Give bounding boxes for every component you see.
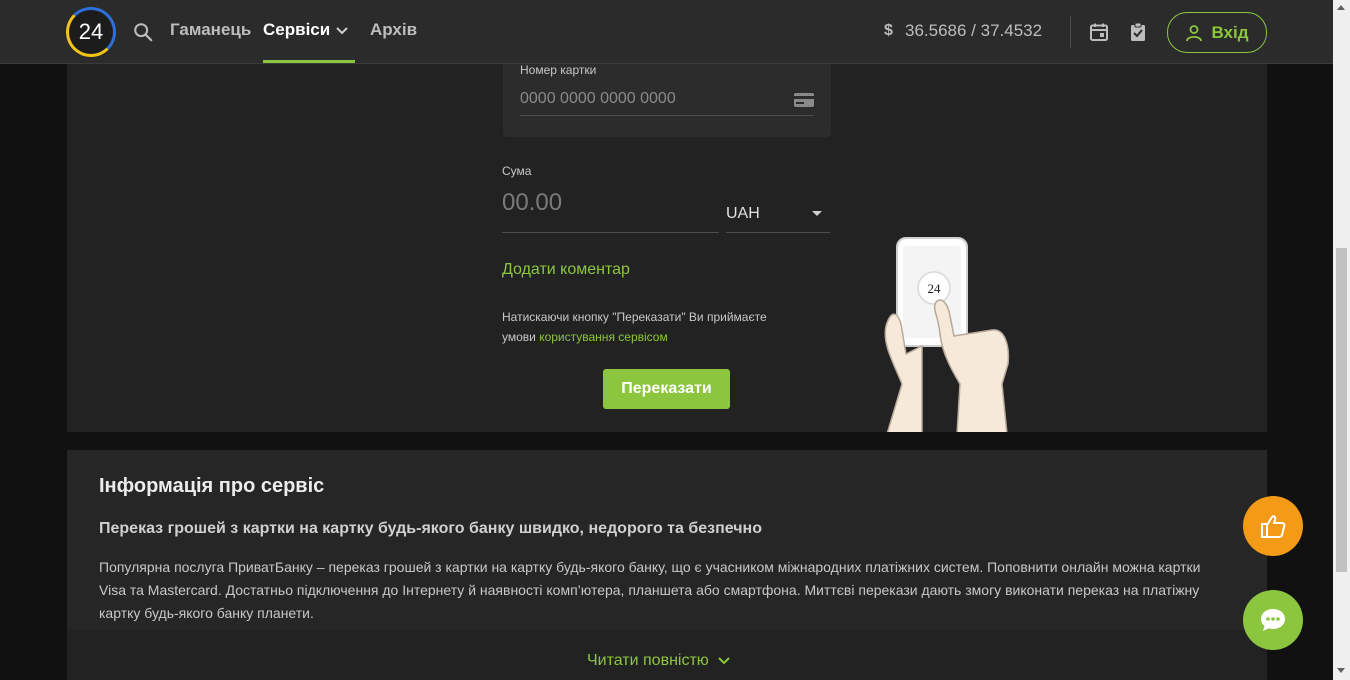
logo-text: 24 <box>78 19 104 44</box>
clipboard-check-icon[interactable] <box>1128 22 1148 42</box>
scrollbar-thumb[interactable] <box>1336 248 1347 572</box>
exchange-rate[interactable]: 36.5686 / 37.4532 <box>905 21 1042 41</box>
login-label: Вхід <box>1211 22 1249 42</box>
user-icon <box>1186 24 1203 41</box>
info-subtitle: Переказ грошей з картки на картку будь-я… <box>99 520 762 537</box>
read-more-label: Читати повністю <box>587 652 709 669</box>
info-title: Інформація про сервіс <box>99 475 325 497</box>
nav-archive[interactable]: Архів <box>370 20 417 40</box>
sum-input[interactable]: 00.00 <box>502 189 719 233</box>
transfer-form-panel: Номер картки 0000 0000 0000 0000 Сума 00… <box>67 64 1267 432</box>
chat-icon <box>1261 609 1285 631</box>
add-comment-link[interactable]: Додати коментар <box>502 261 630 279</box>
chevron-down-icon <box>718 657 730 665</box>
currency-select[interactable]: UAH <box>726 197 830 233</box>
credit-card-icon <box>794 93 814 107</box>
card-number-label: Номер картки <box>520 64 597 77</box>
chat-button[interactable] <box>1243 590 1303 650</box>
dropdown-arrow-icon <box>812 211 822 216</box>
info-body: Популярна послуга ПриватБанку – переказ … <box>99 559 1201 621</box>
nav-services[interactable]: Сервіси <box>263 20 330 40</box>
terms-link[interactable]: користування сервісом <box>539 330 668 344</box>
card-number-input[interactable]: 0000 0000 0000 0000 <box>520 86 814 116</box>
feedback-like-button[interactable] <box>1243 496 1303 556</box>
card-number-box: Номер картки 0000 0000 0000 0000 <box>503 64 831 137</box>
thumbs-up-icon <box>1261 515 1286 538</box>
dollar-icon: $ <box>884 22 893 39</box>
chevron-down-icon[interactable] <box>335 24 349 38</box>
read-more-button[interactable]: Читати повністю <box>587 652 731 670</box>
top-header: 24 Гаманець Сервіси Архів $ 36.5686 / 37… <box>0 0 1333 64</box>
page-scrollbar[interactable] <box>1333 0 1350 680</box>
terms-text: Натискаючи кнопку "Переказати" Ви прийма… <box>502 307 802 347</box>
nav-wallet[interactable]: Гаманець <box>170 20 251 40</box>
scroll-down-arrow-icon[interactable] <box>1337 668 1345 673</box>
transfer-button[interactable]: Переказати <box>603 369 730 409</box>
calendar-icon[interactable] <box>1089 22 1109 42</box>
currency-value: UAH <box>726 205 760 222</box>
phone-hands-illustration: 24 <box>884 237 1010 432</box>
privat24-logo[interactable]: 24 <box>66 7 116 57</box>
search-icon[interactable] <box>132 21 154 43</box>
sum-label: Сума <box>502 164 532 178</box>
login-button[interactable]: Вхід <box>1167 12 1267 53</box>
scroll-up-arrow-icon[interactable] <box>1337 5 1345 10</box>
service-info-panel: Інформація про сервіс Переказ грошей з к… <box>67 450 1267 680</box>
header-divider <box>1070 16 1071 48</box>
active-nav-indicator <box>263 60 355 63</box>
illustration-logo-text: 24 <box>928 281 942 296</box>
sum-placeholder: 00.00 <box>502 189 563 216</box>
card-number-placeholder: 0000 0000 0000 0000 <box>520 90 676 107</box>
